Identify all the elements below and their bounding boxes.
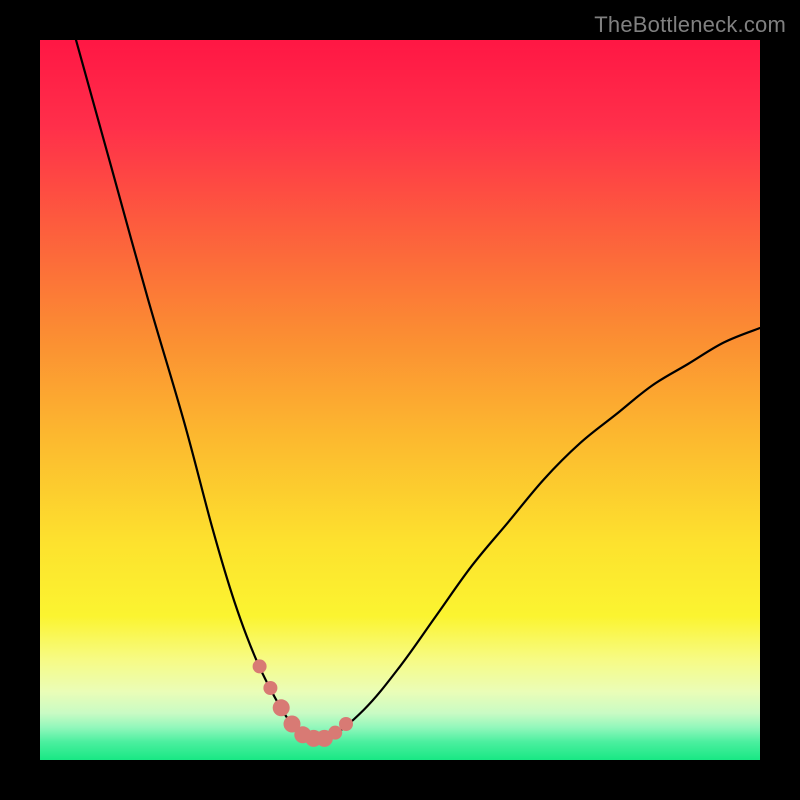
min-dot: [339, 717, 353, 731]
chart-frame: TheBottleneck.com: [0, 0, 800, 800]
plot-area: [40, 40, 760, 760]
min-dot: [273, 699, 290, 716]
bottleneck-curve: [76, 40, 760, 741]
curve-layer: [40, 40, 760, 760]
min-dot: [263, 681, 277, 695]
min-dot: [253, 659, 267, 673]
watermark-text: TheBottleneck.com: [594, 12, 786, 38]
minimum-dots: [253, 659, 353, 747]
